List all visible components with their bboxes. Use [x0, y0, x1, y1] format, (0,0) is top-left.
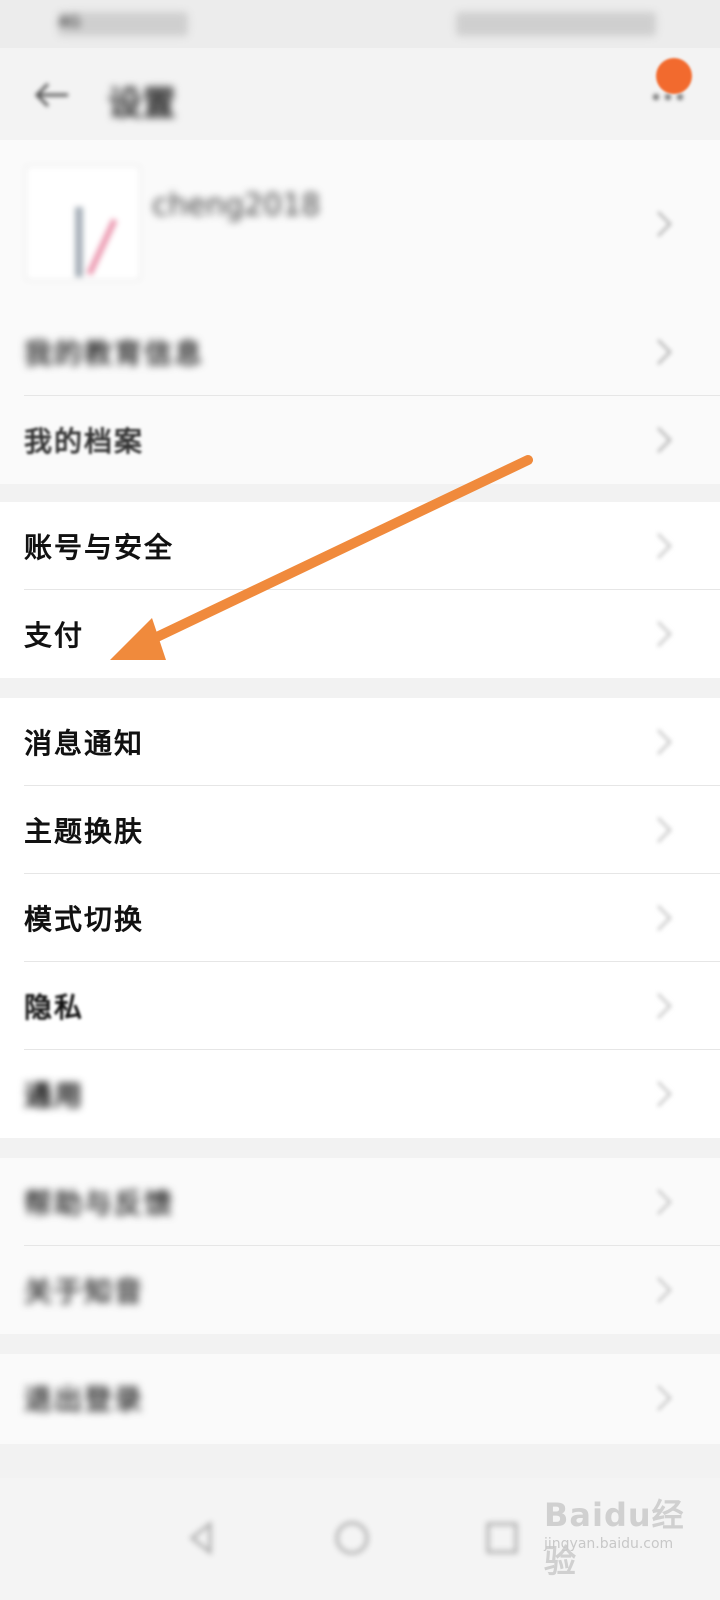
settings-item-help-feedback[interactable]: 帮助与反馈 [0, 1158, 720, 1246]
profile-username: cheng2018 [152, 188, 321, 223]
settings-item-archive[interactable]: 我的档案 [0, 396, 720, 484]
chevron-right-icon [656, 816, 673, 844]
settings-item-label: 退出登录 [24, 1383, 145, 1416]
settings-item-about[interactable]: 关于知音 [0, 1246, 720, 1334]
settings-section-account: 账号与安全 支付 [0, 502, 720, 678]
chevron-right-icon [656, 1276, 673, 1304]
settings-item-label: 模式切换 [24, 903, 145, 936]
nav-home-icon[interactable] [332, 1518, 372, 1558]
settings-item-notifications[interactable]: 消息通知 [0, 698, 720, 786]
settings-item-label: 消息通知 [24, 727, 145, 760]
settings-item-label: 帮助与反馈 [24, 1187, 175, 1220]
app-header: 设置 [0, 48, 720, 140]
settings-item-payment[interactable]: 支付 [0, 590, 720, 678]
chevron-right-icon [656, 1188, 673, 1216]
back-arrow-icon[interactable] [34, 82, 70, 108]
settings-item-privacy[interactable]: 隐私 [0, 962, 720, 1050]
chevron-right-icon [656, 426, 673, 454]
nav-back-icon[interactable] [182, 1518, 222, 1558]
settings-item-label: 账号与安全 [24, 531, 175, 564]
settings-item-account-security[interactable]: 账号与安全 [0, 502, 720, 590]
settings-item-label: 主题换肤 [24, 815, 145, 848]
chevron-right-icon [656, 1384, 673, 1412]
chevron-right-icon [656, 620, 673, 648]
settings-section-profile: 我的教育信息 我的档案 [0, 308, 720, 484]
settings-item-mode-switch[interactable]: 模式切换 [0, 874, 720, 962]
profile-card[interactable]: cheng2018 [0, 140, 720, 308]
signal-status: 4G [58, 12, 188, 36]
baidu-watermark: Baidu经验 jingyan.baidu.com [544, 1490, 694, 1580]
chevron-right-icon [656, 532, 673, 560]
nav-recents-icon[interactable] [482, 1518, 522, 1558]
settings-section-general: 消息通知 主题换肤 模式切换 隐私 通用 [0, 698, 720, 1138]
settings-section-logout: 退出登录 [0, 1354, 720, 1444]
chevron-right-icon [656, 338, 673, 366]
settings-section-help: 帮助与反馈 关于知音 [0, 1158, 720, 1334]
settings-item-logout[interactable]: 退出登录 [0, 1354, 720, 1442]
chevron-right-icon [656, 992, 673, 1020]
settings-item-general[interactable]: 通用 [0, 1050, 720, 1138]
settings-item-label: 通用 [24, 1079, 85, 1112]
chevron-right-icon [656, 210, 673, 238]
settings-item-label: 我的档案 [24, 425, 145, 458]
watermark-url: jingyan.baidu.com [544, 1536, 674, 1552]
avatar[interactable] [26, 166, 140, 280]
settings-item-label: 关于知音 [24, 1275, 145, 1308]
battery-status [456, 12, 656, 36]
notification-dot-icon [656, 58, 692, 94]
settings-item-label: 支付 [24, 619, 85, 652]
settings-item-education[interactable]: 我的教育信息 [0, 308, 720, 396]
status-bar: 4G [0, 0, 720, 48]
settings-item-theme[interactable]: 主题换肤 [0, 786, 720, 874]
chevron-right-icon [656, 728, 673, 756]
chevron-right-icon [656, 1080, 673, 1108]
page-title: 设置 [108, 84, 176, 124]
settings-item-label: 我的教育信息 [24, 337, 205, 370]
settings-item-label: 隐私 [24, 991, 85, 1024]
chevron-right-icon [656, 904, 673, 932]
